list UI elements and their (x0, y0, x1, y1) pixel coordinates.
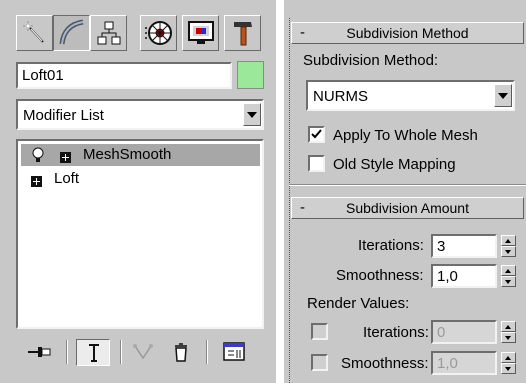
iterations-label: Iterations: (358, 237, 424, 254)
spinner-up-icon (505, 325, 511, 329)
stack-item-label: MeshSmooth (83, 146, 172, 163)
tab-modify[interactable] (53, 15, 90, 51)
smoothness-input[interactable]: 1,0 (431, 264, 497, 288)
pin-stack-icon[interactable] (26, 343, 52, 361)
hierarchy-tree-icon (97, 21, 120, 45)
motion-wheel-icon (144, 21, 172, 45)
hammer-icon (233, 22, 252, 46)
rollout-title: Subdivision Amount (346, 200, 469, 216)
render-iterations-label: Iterations: (363, 324, 429, 341)
old-style-mapping-label: Old Style Mapping (333, 156, 456, 173)
render-smoothness-spinner[interactable] (501, 352, 516, 374)
stack-toolbar (16, 336, 264, 368)
tab-hierarchy[interactable] (90, 15, 127, 51)
rollout-header-subdivision-method[interactable]: - Subdivision Method (291, 22, 524, 44)
smoothness-label: Smoothness: (336, 267, 424, 284)
render-iterations-spinner[interactable] (501, 321, 516, 343)
modifier-list-value: Modifier List (23, 107, 104, 124)
rollout-header-subdivision-amount[interactable]: - Subdivision Amount (291, 197, 524, 219)
apply-whole-mesh-label: Apply To Whole Mesh (333, 127, 478, 144)
subdivision-method-dropdown[interactable]: NURMS (306, 80, 515, 111)
lightbulb-icon[interactable] (31, 147, 45, 163)
configure-modifier-sets-icon[interactable] (222, 341, 246, 363)
subdivision-method-label: Subdivision Method: (303, 52, 439, 69)
object-color-swatch[interactable] (237, 61, 264, 89)
curve-arc-icon (59, 19, 84, 45)
stack-item-loft[interactable]: Loft (21, 168, 260, 190)
show-end-result-icon (89, 344, 99, 362)
toolbar-divider (66, 340, 68, 364)
panel-separator (276, 0, 284, 383)
tab-display[interactable] (182, 15, 219, 51)
render-smoothness-checkbox[interactable] (311, 354, 328, 371)
make-unique-icon[interactable] (132, 343, 154, 361)
subdivision-method-value: NURMS (313, 88, 368, 105)
spinner-down-icon (505, 367, 511, 371)
rollout-title: Subdivision Method (346, 25, 469, 41)
render-iterations-value: 0 (437, 324, 446, 341)
render-values-label: Render Values: (307, 295, 410, 312)
stack-item-label: Loft (54, 170, 80, 187)
spinner-down-icon (505, 250, 511, 254)
expand-plus-icon[interactable] (31, 176, 42, 188)
dropdown-arrow-button[interactable] (494, 84, 512, 107)
smoothness-value: 1,0 (437, 268, 458, 285)
panel-left-edge (289, 18, 290, 383)
rollout-divider (289, 184, 526, 186)
tab-motion[interactable] (140, 15, 177, 51)
iterations-value: 3 (437, 238, 446, 255)
dropdown-arrow-button[interactable] (243, 103, 261, 126)
toolbar-divider (206, 340, 208, 364)
show-end-result-button[interactable] (76, 339, 110, 366)
stack-item-meshsmooth[interactable]: MeshSmooth (21, 144, 260, 166)
iterations-spinner[interactable] (501, 235, 516, 257)
monitor-display-icon (187, 21, 214, 44)
wand-star-icon (22, 20, 44, 43)
object-name-field[interactable]: Loft01 (16, 62, 232, 89)
expand-plus-icon[interactable] (60, 152, 71, 164)
render-smoothness-input[interactable]: 1,0 (431, 351, 497, 375)
render-iterations-checkbox[interactable] (311, 323, 328, 340)
toolbar-divider (120, 340, 122, 364)
modifier-stack-list[interactable]: MeshSmooth Loft (16, 139, 264, 329)
chevron-down-icon (247, 112, 257, 118)
object-name-value: Loft01 (22, 67, 64, 84)
remove-modifier-icon[interactable] (173, 341, 189, 363)
old-style-mapping-checkbox[interactable] (308, 155, 325, 172)
spinner-up-icon (505, 269, 511, 273)
checkmark-icon (311, 129, 322, 139)
iterations-input[interactable]: 3 (431, 234, 497, 258)
render-smoothness-value: 1,0 (437, 355, 458, 372)
modifier-list-dropdown[interactable]: Modifier List (16, 99, 264, 130)
render-smoothness-label: Smoothness: (341, 355, 429, 372)
chevron-down-icon (498, 93, 508, 99)
smoothness-spinner[interactable] (501, 265, 516, 287)
spinner-down-icon (505, 336, 511, 340)
spinner-up-icon (505, 239, 511, 243)
spinner-down-icon (505, 280, 511, 284)
tab-create[interactable] (16, 15, 53, 51)
tab-utilities[interactable] (224, 15, 261, 51)
render-iterations-input[interactable]: 0 (431, 320, 497, 344)
apply-whole-mesh-checkbox[interactable] (308, 126, 325, 143)
spinner-up-icon (505, 356, 511, 360)
